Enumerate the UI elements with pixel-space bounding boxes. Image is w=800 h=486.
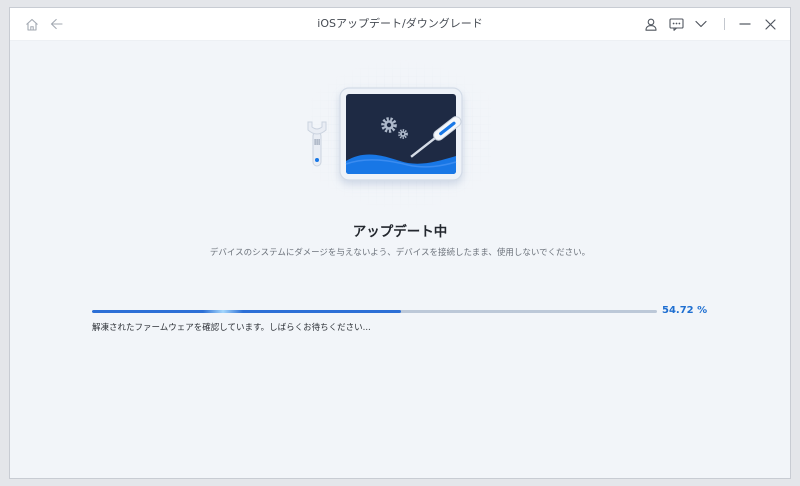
page-heading: アップデート中 bbox=[352, 224, 448, 240]
progress-bar-fill bbox=[92, 310, 402, 313]
app-window: iOSアップデート/ダウングレード アップデート中 デバイスのシステムにダメージ… bbox=[9, 7, 791, 479]
close-icon[interactable] bbox=[762, 16, 778, 32]
title-bar: iOSアップデート/ダウングレード bbox=[10, 8, 790, 41]
title-bar-divider bbox=[724, 18, 725, 30]
progress-status-text: 解凍されたファームウェアを確認しています。しばらくお待ちください... bbox=[92, 323, 371, 333]
progress-percent: 54.72 % bbox=[662, 305, 708, 316]
updating-device-illustration bbox=[296, 60, 506, 210]
chevron-down-icon[interactable] bbox=[693, 16, 709, 32]
progress-bar bbox=[92, 310, 657, 313]
progress-bar-shimmer bbox=[203, 310, 244, 313]
user-icon[interactable] bbox=[643, 16, 659, 32]
minimize-icon[interactable] bbox=[737, 16, 753, 32]
warning-description: デバイスのシステムにダメージを与えないよう、デバイスを接続したまま、使用しないで… bbox=[209, 248, 591, 258]
feedback-icon[interactable] bbox=[668, 16, 684, 32]
